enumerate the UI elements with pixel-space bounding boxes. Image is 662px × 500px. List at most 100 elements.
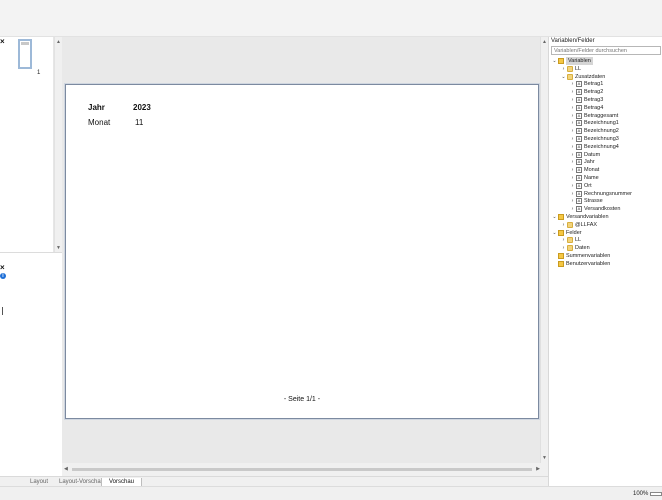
tree-node[interactable]: ⌄ Variablen — [549, 57, 662, 65]
tree-node[interactable]: › A Rechnungsnummer — [549, 190, 662, 198]
tree-node[interactable]: › @LLFAX — [549, 221, 662, 229]
tree-node[interactable]: ⌄ Zusatzdaten — [549, 73, 662, 81]
tree-node-label: Bezeichnung2 — [584, 128, 619, 135]
panel-title: Variablen/Felder — [551, 38, 595, 44]
scroll-down-icon[interactable]: ▼ — [56, 245, 61, 251]
tree-node-label: Variablen — [566, 57, 593, 65]
tree-node-label: Bezeichnung1 — [584, 120, 619, 127]
search-input[interactable] — [551, 46, 661, 55]
scroll-up-icon[interactable]: ▲ — [542, 39, 547, 45]
close-icon[interactable]: × — [0, 38, 5, 46]
expand-icon[interactable]: › — [570, 174, 575, 182]
tree-node[interactable]: Summenvariablen — [549, 252, 662, 260]
tree-node[interactable]: › A Bezeichnung2 — [549, 127, 662, 135]
expand-icon[interactable]: › — [570, 205, 575, 213]
expand-icon[interactable]: › — [570, 166, 575, 174]
thumbnail-list: 1 — [8, 37, 54, 252]
collapse-icon[interactable]: ⌄ — [561, 73, 566, 81]
scroll-down-icon[interactable]: ▼ — [542, 455, 547, 461]
tree-node[interactable]: › A Betrag3 — [549, 96, 662, 104]
tree-node-label: Summenvariablen — [566, 253, 611, 259]
info-icon[interactable]: i — [0, 273, 6, 279]
variable-icon: A — [576, 151, 582, 158]
category-icon — [558, 58, 564, 64]
zoom-slider[interactable] — [650, 492, 662, 496]
tree-node[interactable]: Benutzervariablen — [549, 260, 662, 268]
tree-node-label: Bezeichnung4 — [584, 143, 619, 150]
tree-node[interactable]: › Daten — [549, 244, 662, 252]
tree-node-label: Rechnungsnummer — [584, 190, 632, 197]
expand-icon[interactable]: › — [570, 143, 575, 151]
variable-icon: A — [576, 198, 582, 205]
tree-node[interactable]: › A Betraggesamt — [549, 112, 662, 120]
scroll-left-icon[interactable]: ◀ — [64, 466, 68, 472]
expand-icon[interactable]: › — [570, 197, 575, 205]
tree-node[interactable]: › A Monat — [549, 166, 662, 174]
tree-node[interactable]: › A Bezeichnung3 — [549, 135, 662, 143]
variable-icon: A — [576, 143, 582, 150]
tree-node[interactable]: › A Bezeichnung4 — [549, 143, 662, 151]
tree-node[interactable]: ⌄ Versandvariablen — [549, 213, 662, 221]
tree-node[interactable]: › A Betrag2 — [549, 88, 662, 96]
expand-icon[interactable]: › — [570, 190, 575, 198]
tree-node[interactable]: › A Strasse — [549, 197, 662, 205]
expand-icon[interactable]: › — [570, 80, 575, 88]
expand-icon[interactable]: › — [570, 158, 575, 166]
scroll-right-icon[interactable]: ▶ — [536, 466, 540, 472]
tree-node[interactable]: › A Versandkosten — [549, 205, 662, 213]
folder-icon — [567, 73, 573, 80]
expand-icon[interactable]: › — [561, 244, 566, 252]
folder-icon — [567, 221, 573, 228]
expand-icon[interactable]: › — [570, 104, 575, 112]
tree-node[interactable]: › LL — [549, 65, 662, 73]
variable-icon: A — [576, 97, 582, 103]
collapse-icon[interactable]: ⌄ — [552, 57, 557, 65]
tree-node[interactable]: › A Jahr — [549, 158, 662, 166]
category-icon — [558, 214, 564, 220]
tree-node[interactable]: › A Bezeichnung1 — [549, 119, 662, 127]
expand-icon[interactable]: › — [570, 182, 575, 190]
variable-icon: A — [576, 206, 582, 213]
expand-icon[interactable]: › — [570, 96, 575, 104]
tree-node[interactable]: › A Datum — [549, 151, 662, 159]
tree-node[interactable]: › A Ort — [549, 182, 662, 190]
preview-vertical-scrollbar[interactable]: ▲ ▼ — [540, 37, 548, 463]
scrollbar-thumb[interactable] — [72, 468, 532, 471]
expand-icon[interactable]: › — [561, 65, 566, 73]
preview-horizontal-scrollbar[interactable]: ◀ ▶ — [62, 463, 542, 476]
preview-canvas[interactable]: Jahr 2023 Monat 11 - Seite 1/1 - — [62, 37, 542, 463]
variable-icon: A — [576, 190, 582, 197]
tree-node[interactable]: › A Betrag4 — [549, 104, 662, 112]
expand-icon[interactable]: › — [570, 151, 575, 159]
expand-icon[interactable]: › — [561, 236, 566, 244]
tree-node-label: Betrag1 — [584, 81, 604, 88]
tree-node-label: Betrag2 — [584, 89, 604, 96]
tree-node[interactable]: › LL — [549, 236, 662, 244]
category-icon — [558, 229, 564, 236]
splitter-handle[interactable] — [2, 307, 3, 315]
expand-icon[interactable]: › — [570, 135, 575, 143]
tree-node[interactable]: ⌄ Felder — [549, 229, 662, 237]
close-icon[interactable]: × — [0, 264, 5, 272]
collapse-icon[interactable]: ⌄ — [552, 229, 557, 237]
expand-icon[interactable]: › — [570, 127, 575, 135]
expand-icon[interactable]: › — [570, 119, 575, 127]
expand-icon[interactable]: › — [570, 112, 575, 120]
variable-icon: A — [576, 81, 582, 88]
collapse-icon[interactable]: ⌄ — [552, 213, 557, 221]
scroll-up-icon[interactable]: ▲ — [56, 39, 61, 45]
tree-node-label: @LLFAX — [575, 221, 598, 228]
tree-node-label: Name — [584, 175, 599, 181]
page-footer: - Seite 1/1 - — [283, 396, 321, 403]
page-thumbnail[interactable] — [18, 39, 32, 69]
expand-icon[interactable]: › — [570, 88, 575, 96]
tree-node[interactable]: › A Name — [549, 174, 662, 182]
expand-icon[interactable]: › — [561, 221, 566, 229]
tree-node[interactable]: › A Betrag1 — [549, 80, 662, 88]
thumbnail-content — [21, 42, 29, 45]
status-bar: 100% — [0, 486, 662, 500]
folder-icon — [567, 237, 573, 244]
field-value-monat: 11 — [135, 118, 144, 127]
category-icon — [558, 260, 564, 267]
thumbnail-scrollbar[interactable]: ▲ ▼ — [54, 37, 62, 252]
